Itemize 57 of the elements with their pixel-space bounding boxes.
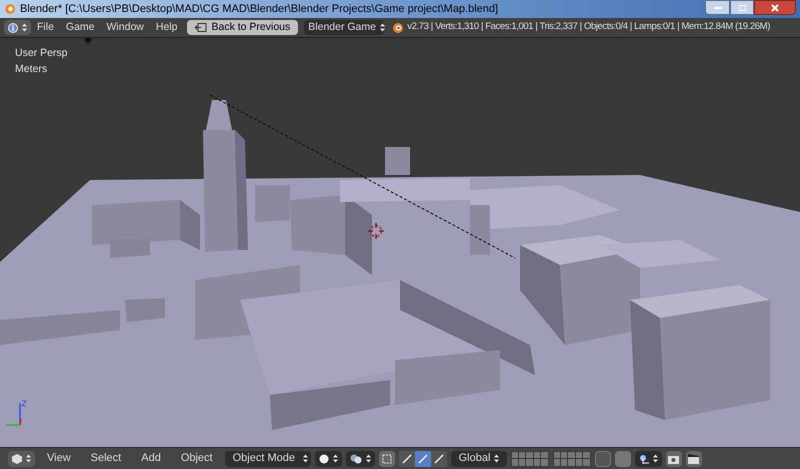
- menu-item[interactable]: View: [39, 450, 79, 467]
- info-icon: [8, 22, 18, 32]
- up-down-arrows-icon: [26, 454, 31, 463]
- camera-icon: [668, 454, 680, 464]
- editor-type-button[interactable]: [4, 20, 31, 35]
- shading-dropdown[interactable]: [314, 450, 342, 466]
- blender-logo-icon: [392, 22, 404, 34]
- sphere-icon: [318, 454, 329, 464]
- orientation-dropdown[interactable]: Global: [450, 450, 507, 466]
- layer-grid[interactable]: [552, 450, 591, 466]
- scene-statistics: v2.73 | Verts:1,310 | Faces:1,001 | Tris:2,337 | Objects:0/4 | Lamps:0/1 | Mem:12.84M (19.26M): [407, 20, 770, 34]
- maximize-button[interactable]: [730, 0, 754, 15]
- up-down-arrows-icon: [652, 454, 658, 463]
- mode-dropdown[interactable]: Object Mode: [224, 450, 311, 466]
- axis-gizmo-icon: [4, 399, 28, 429]
- close-button[interactable]: [754, 0, 796, 15]
- manipulator-toggle[interactable]: [430, 450, 447, 466]
- cube-icon: [12, 454, 22, 464]
- back-to-previous-button[interactable]: Back to Previous: [187, 20, 298, 35]
- manipulator-toggle[interactable]: [414, 450, 431, 466]
- up-down-arrows-icon: [22, 23, 27, 32]
- occlusion-toggle[interactable]: [378, 450, 395, 466]
- pivot-dropdown[interactable]: [346, 450, 375, 466]
- pivot-icon: [350, 454, 362, 464]
- manipulator-icon: [434, 454, 444, 464]
- menu-item[interactable]: Select: [82, 450, 130, 467]
- 3d-viewport[interactable]: User Persp Meters: [0, 38, 800, 447]
- 3d-cursor-icon: [368, 223, 384, 239]
- units-label: Meters: [15, 62, 48, 77]
- window-title: Blender* [C:\Users\PB\Desktop\MAD\CG MAD\Blender\Blender Projects\Game project\Map.blend]: [20, 2, 498, 17]
- engine-dropdown[interactable]: Blender Game: [304, 20, 384, 35]
- view-name-label: User Persp: [15, 46, 68, 61]
- menu-item[interactable]: File: [31, 20, 60, 36]
- minimize-button[interactable]: [705, 0, 730, 15]
- manipulator-icon: [418, 454, 428, 464]
- up-down-arrows-icon: [332, 454, 338, 463]
- menu-item[interactable]: Object: [172, 450, 221, 467]
- menu-item[interactable]: Window: [100, 20, 150, 36]
- layer-grid[interactable]: [510, 450, 549, 466]
- up-down-arrows-icon: [380, 23, 385, 32]
- up-down-arrows-icon: [302, 454, 308, 463]
- close-icon: [771, 4, 779, 12]
- snap-dropdown[interactable]: [634, 450, 662, 466]
- manipulator-icon: [402, 454, 412, 464]
- menu-item[interactable]: Help: [150, 20, 184, 36]
- back-icon: [195, 23, 208, 32]
- animation-render-button[interactable]: [686, 450, 702, 466]
- editor-type-button[interactable]: [8, 450, 35, 466]
- up-down-arrows-icon: [494, 454, 500, 463]
- render-button[interactable]: [666, 450, 682, 466]
- app-icon: [4, 3, 16, 15]
- menu-item[interactable]: Add: [133, 450, 169, 467]
- up-down-arrows-icon: [366, 454, 371, 463]
- grid-select-icon: [382, 454, 392, 464]
- menu-item[interactable]: Game: [60, 20, 101, 36]
- manipulator-toggle[interactable]: [398, 450, 415, 466]
- clapperboard-icon: [688, 454, 700, 464]
